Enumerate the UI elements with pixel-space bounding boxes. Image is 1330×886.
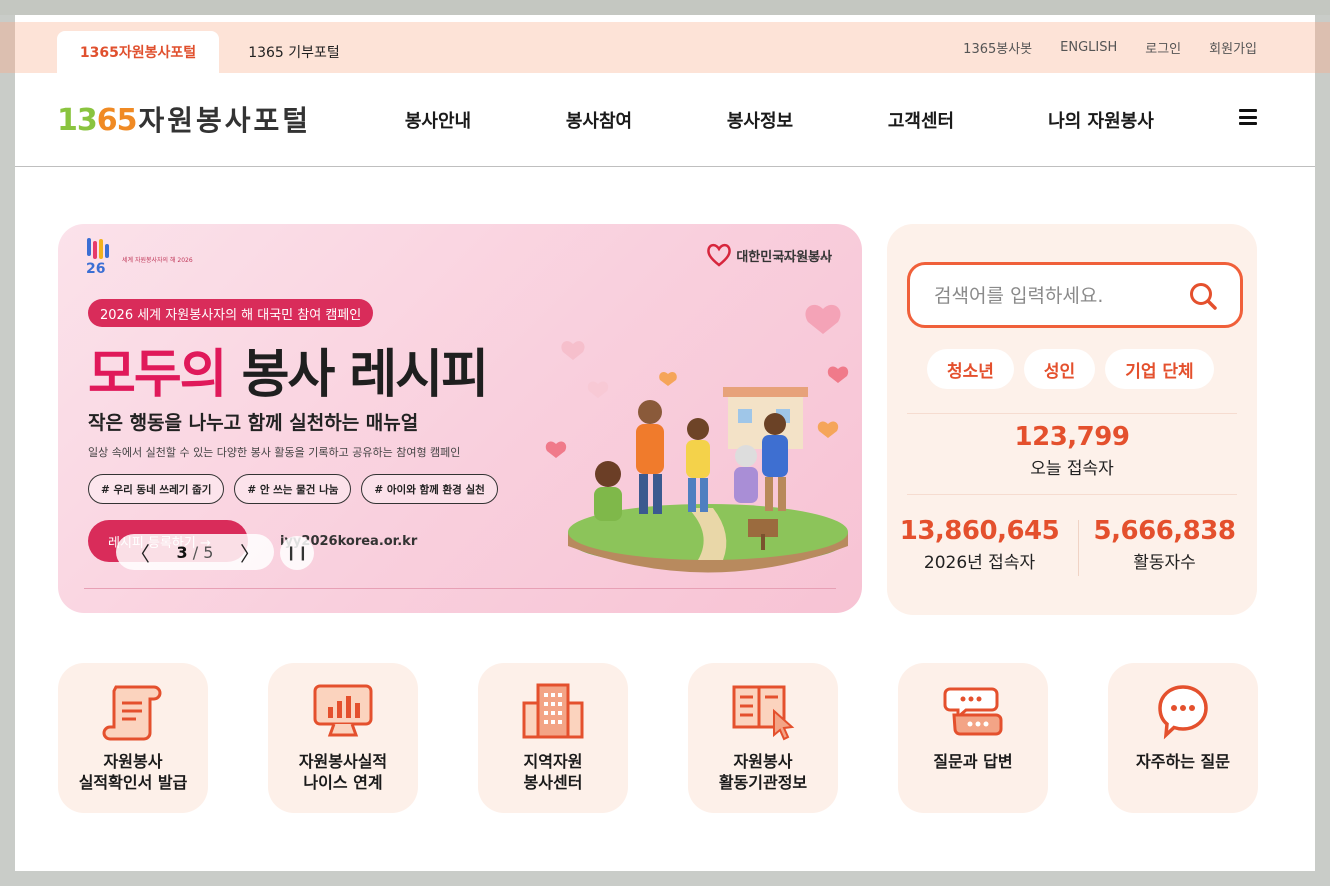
chip-youth[interactable]: 청소년 bbox=[927, 349, 1014, 389]
carousel-counter: 3 / 5 bbox=[177, 543, 214, 562]
active-volunteers: 5,666,838 활동자수 bbox=[1072, 516, 1257, 573]
quick-label: 자주하는 질문 bbox=[1136, 752, 1230, 771]
quick-certificate[interactable]: 자원봉사 실적확인서 발급 bbox=[58, 663, 208, 813]
banner-description: 일상 속에서 실천할 수 있는 다양한 봉사 활동을 기록하고 공유하는 참여형… bbox=[88, 446, 461, 459]
chat-bubbles-icon bbox=[943, 687, 1003, 736]
window-top-strip bbox=[0, 0, 1330, 15]
certificate-scroll-icon bbox=[102, 685, 162, 741]
stats-row: 13,860,645 2026년 접속자 5,666,838 활동자수 bbox=[887, 516, 1257, 573]
nav-participate[interactable]: 봉사참여 bbox=[511, 107, 687, 133]
backdrop-right bbox=[1315, 22, 1330, 73]
korea-volunteer-logo: 대한민국자원봉사 bbox=[706, 242, 832, 268]
korea-volunteer-en: KOREA VOLUNTEER bbox=[775, 256, 832, 262]
banner-title-red: 모두의 bbox=[88, 345, 228, 405]
logo-text: 자원봉사포털 bbox=[138, 104, 312, 137]
banner-tag: # 아이와 함께 환경 실천 bbox=[361, 474, 498, 504]
quick-links: 자원봉사 실적확인서 발급 자원봉사실적 나이스 연계 지역자원 봉사센터 자원… bbox=[58, 663, 1258, 813]
iyv-2026-logo-icon: 26 bbox=[86, 238, 109, 276]
banner-divider bbox=[84, 588, 836, 589]
site-logo[interactable]: 1365 자원봉사포털 bbox=[57, 99, 311, 139]
english-link[interactable]: ENGLISH bbox=[1060, 40, 1117, 55]
tab-donation-portal[interactable]: 1365 기부포털 bbox=[219, 31, 369, 73]
carousel-current: 3 bbox=[176, 542, 188, 562]
quick-label: 질문과 답변 bbox=[933, 752, 1013, 771]
year-visitors-label: 2026년 접속자 bbox=[923, 553, 1036, 573]
svg-text:26: 26 bbox=[86, 261, 105, 276]
site-header: 1365 자원봉사포털 봉사안내 봉사참여 봉사정보 고객센터 나의 자원봉사 bbox=[15, 73, 1315, 167]
active-volunteers-label: 활동자수 bbox=[1133, 553, 1196, 573]
quick-label: 자원봉사 활동기관정보 bbox=[718, 752, 808, 792]
logo-number-green: 13 bbox=[57, 103, 98, 138]
quick-label: 자원봉사실적 나이스 연계 bbox=[298, 752, 388, 792]
tab-volunteer-portal[interactable]: 1365자원봉사포털 bbox=[57, 31, 219, 73]
banner-title: 모두의 봉사 레시피 bbox=[88, 332, 489, 407]
chatbot-link[interactable]: 1365봉사봇 bbox=[963, 38, 1032, 57]
carousel-total: / 5 bbox=[192, 542, 214, 562]
quick-faq[interactable]: 자주하는 질문 bbox=[1108, 663, 1258, 813]
active-volunteers-count: 5,666,838 bbox=[1093, 516, 1236, 546]
signup-link[interactable]: 회원가입 bbox=[1209, 38, 1257, 57]
divider bbox=[907, 413, 1237, 414]
year-visitors-count: 13,860,645 bbox=[899, 516, 1060, 546]
campaign-pill: 2026 세계 자원봉사자의 해 대국민 참여 캠페인 bbox=[88, 299, 374, 327]
quick-label: 자원봉사 실적확인서 발급 bbox=[78, 752, 188, 792]
speech-bubble-icon bbox=[1158, 685, 1208, 740]
today-visitors-label: 오늘 접속자 bbox=[1030, 459, 1114, 479]
page: 1365자원봉사포털 1365 기부포털 1365봉사봇 ENGLISH 로그인… bbox=[15, 15, 1315, 871]
quick-org-info[interactable]: 자원봉사 활동기관정보 bbox=[688, 663, 838, 813]
login-link[interactable]: 로그인 bbox=[1145, 38, 1181, 57]
search-box bbox=[907, 262, 1243, 328]
hamburger-menu-icon[interactable] bbox=[1239, 109, 1257, 125]
utility-bar: 1365자원봉사포털 1365 기부포털 1365봉사봇 ENGLISH 로그인… bbox=[15, 22, 1315, 73]
logo-number: 1365 bbox=[57, 103, 137, 138]
volunteer-illustration bbox=[545, 304, 849, 573]
search-icon[interactable] bbox=[1188, 281, 1218, 311]
quick-regional-center[interactable]: 지역자원 봉사센터 bbox=[478, 663, 628, 813]
today-visitors-count: 123,799 bbox=[1014, 422, 1130, 452]
divider bbox=[907, 494, 1237, 495]
banner-tag: # 안 쓰는 물건 나눔 bbox=[234, 474, 352, 504]
chip-adult[interactable]: 성인 bbox=[1023, 349, 1096, 389]
nav-my-volunteer[interactable]: 나의 자원봉사 bbox=[1009, 107, 1193, 133]
book-cursor-icon bbox=[732, 685, 795, 741]
utility-links: 1365봉사봇 ENGLISH 로그인 회원가입 bbox=[963, 22, 1257, 73]
year-visitors: 13,860,645 2026년 접속자 bbox=[887, 516, 1072, 573]
carousel-next-button[interactable]: 〉 bbox=[240, 538, 260, 567]
chip-corporate[interactable]: 기업 단체 bbox=[1105, 349, 1214, 389]
logo-number-orange: 65 bbox=[96, 103, 138, 138]
monitor-chart-icon bbox=[313, 684, 373, 737]
carousel-pause-button[interactable]: ❙❙ bbox=[280, 536, 314, 570]
audience-chips: 청소년 성인 기업 단체 bbox=[927, 349, 1214, 389]
iyv-logo-text: 세계 자원봉사자의 해 2026 bbox=[122, 257, 193, 264]
banner-tags: # 우리 동네 쓰레기 줍기 # 안 쓰는 물건 나눔 # 아이와 함께 환경 … bbox=[88, 474, 498, 504]
nav-info[interactable]: 봉사정보 bbox=[687, 107, 833, 133]
banner-subtitle: 작은 행동을 나누고 함께 실천하는 매뉴얼 bbox=[88, 412, 419, 434]
banner-tag: # 우리 동네 쓰레기 줍기 bbox=[88, 474, 225, 504]
heart-logo-icon bbox=[707, 243, 732, 267]
quick-label: 지역자원 봉사센터 bbox=[523, 752, 583, 792]
carousel-controls: 〈 3 / 5 〉 bbox=[116, 534, 274, 570]
quick-neis-link[interactable]: 자원봉사실적 나이스 연계 bbox=[268, 663, 418, 813]
quick-qna[interactable]: 질문과 답변 bbox=[898, 663, 1048, 813]
main-nav: 봉사안내 봉사참여 봉사정보 고객센터 나의 자원봉사 bbox=[365, 73, 1193, 167]
building-icon bbox=[522, 683, 584, 739]
nav-customer-center[interactable]: 고객센터 bbox=[833, 107, 1009, 133]
main-banner[interactable]: 26 세계 자원봉사자의 해 2026 대한민국자원봉사 KOREA VOLUN… bbox=[58, 224, 862, 613]
backdrop-left bbox=[0, 22, 15, 73]
today-visitors: 123,799 오늘 접속자 bbox=[887, 422, 1257, 479]
carousel-prev-button[interactable]: 〈 bbox=[130, 538, 150, 567]
nav-guide[interactable]: 봉사안내 bbox=[365, 107, 511, 133]
side-panel: 청소년 성인 기업 단체 123,799 오늘 접속자 13,860,645 2… bbox=[887, 224, 1257, 615]
search-input[interactable] bbox=[934, 282, 1184, 310]
banner-title-dark: 봉사 레시피 bbox=[225, 345, 489, 405]
